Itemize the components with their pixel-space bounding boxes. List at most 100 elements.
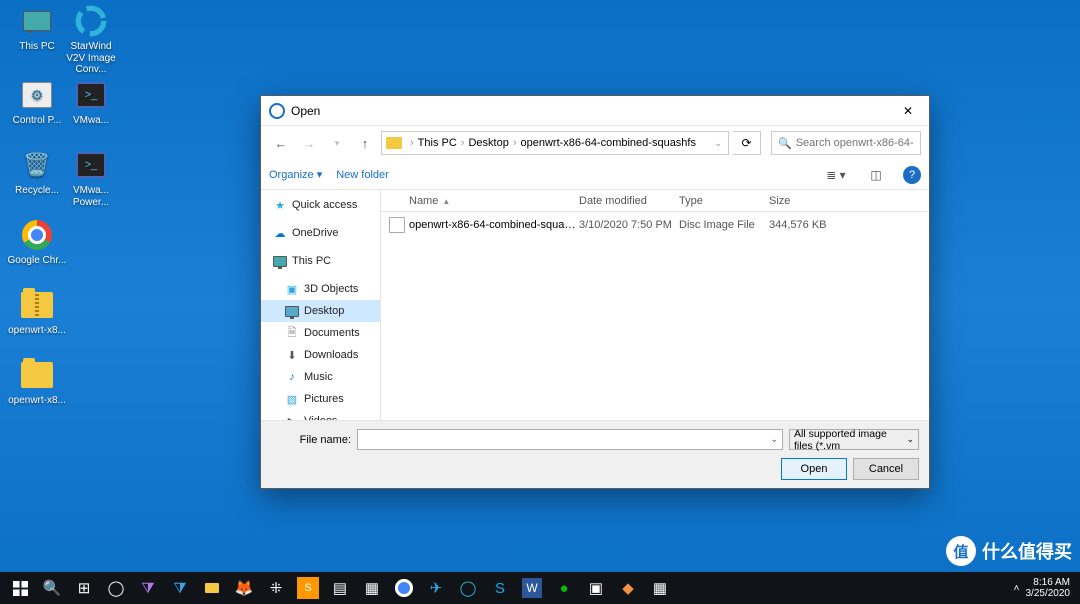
watermark-text: 什么值得买	[982, 538, 1072, 564]
tray-date: 3/25/2020	[1026, 588, 1071, 599]
file-list: openwrt-x86-64-combined-squashfs.img3/10…	[381, 212, 929, 236]
column-name[interactable]: Name▲	[409, 195, 579, 207]
column-type[interactable]: Type	[679, 195, 769, 207]
taskbar-app-starwind[interactable]: ◯	[452, 572, 484, 604]
desktop-icon-openwrt-zip[interactable]: openwrt-x8...	[6, 288, 68, 337]
file-row[interactable]: openwrt-x86-64-combined-squashfs.img3/10…	[381, 214, 929, 236]
desktop-icon-recycle-bin[interactable]: 🗑️ Recycle...	[6, 148, 68, 197]
tray-time: 8:16 AM	[1026, 577, 1071, 588]
file-type-filter[interactable]: All supported image files (*.vm ⌄	[789, 429, 919, 450]
file-date: 3/10/2020 7:50 PM	[579, 219, 679, 231]
sidebar-item[interactable]: Desktop	[261, 300, 380, 322]
sidebar-item[interactable]: This PC	[261, 250, 380, 272]
desktop-icon-starwind[interactable]: StarWind V2V Image Conv...	[60, 4, 122, 76]
file-size: 344,576 KB	[769, 219, 849, 231]
breadcrumb-current[interactable]: openwrt-x86-64-combined-squashfs	[521, 137, 696, 149]
watermark-badge: 值	[946, 536, 976, 566]
forward-button: →	[297, 131, 321, 155]
desktop-icon-vmware-1[interactable]: >_ VMwa...	[60, 78, 122, 127]
taskbar-app-firefox[interactable]: 🦊	[228, 572, 260, 604]
file-name: openwrt-x86-64-combined-squashfs.img	[409, 219, 579, 231]
taskbar-app-explorer[interactable]	[196, 572, 228, 604]
column-size[interactable]: Size	[769, 195, 849, 207]
dialog-footer: File name: ⌄ All supported image files (…	[261, 420, 929, 488]
nav-row: ← → ▾ ↑ › This PC › Desktop › openwrt-x8…	[261, 126, 929, 160]
sidebar-item[interactable]: ▧Pictures	[261, 388, 380, 410]
chevron-down-icon[interactable]: ⌄	[770, 434, 778, 445]
sidebar-item[interactable]: ☁OneDrive	[261, 222, 380, 244]
taskbar-app-vscode[interactable]: ⧩	[164, 572, 196, 604]
window-title: Open	[291, 104, 320, 118]
search-icon: 🔍	[778, 137, 792, 150]
new-folder-button[interactable]: New folder	[336, 169, 389, 181]
taskbar-app-sublime[interactable]: S	[297, 577, 319, 599]
file-type: Disc Image File	[679, 219, 769, 231]
up-button[interactable]: ↑	[353, 131, 377, 155]
desktop-icon-control-panel[interactable]: ⚙ Control P...	[6, 78, 68, 127]
desktop-icon-openwrt-folder[interactable]: openwrt-x8...	[6, 358, 68, 407]
recent-dropdown[interactable]: ▾	[325, 131, 349, 155]
back-button[interactable]: ←	[269, 131, 293, 155]
taskbar-app-generic2[interactable]: ▣	[580, 572, 612, 604]
sidebar-item[interactable]: ⬇Downloads	[261, 344, 380, 366]
taskbar-app-cortana[interactable]: ◯	[100, 572, 132, 604]
search-box[interactable]: 🔍	[771, 131, 921, 155]
desktop-icon-vmware-power[interactable]: >_ VMwa... Power...	[60, 148, 122, 208]
column-headers: Name▲ Date modified Type Size	[381, 190, 929, 212]
taskbar-app-notes[interactable]: ▤	[324, 572, 356, 604]
chevron-right-icon: ›	[408, 137, 416, 149]
taskbar-app-generic3[interactable]: ◆	[612, 572, 644, 604]
taskbar-app-vmware[interactable]: ▦	[644, 572, 676, 604]
cancel-button[interactable]: Cancel	[853, 458, 919, 480]
column-date[interactable]: Date modified	[579, 195, 679, 207]
desktop-icon-this-pc[interactable]: This PC	[6, 4, 68, 53]
preview-pane-button[interactable]: ◫	[863, 164, 889, 186]
taskbar-app-slack[interactable]: ⁜	[260, 572, 292, 604]
taskbar-app-generic1[interactable]: ▦	[356, 572, 388, 604]
taskbar-app-telegram[interactable]: ✈	[420, 572, 452, 604]
file-list-area: Name▲ Date modified Type Size openwrt-x8…	[381, 190, 929, 420]
watermark: 值 什么值得买	[946, 536, 1072, 566]
breadcrumb-this-pc[interactable]: This PC	[418, 137, 457, 149]
refresh-button[interactable]: ⟳	[733, 131, 761, 155]
close-button[interactable]: ✕	[891, 98, 925, 124]
search-input[interactable]	[796, 137, 914, 149]
search-button[interactable]: 🔍	[36, 572, 68, 604]
sidebar-item[interactable]: ▶Videos	[261, 410, 380, 420]
desktop-icon-chrome[interactable]: Google Chr...	[6, 218, 68, 267]
navigation-pane[interactable]: ★Quick access ☁OneDrive This PC ▣3D Objects…	[261, 190, 381, 420]
app-icon	[269, 103, 285, 119]
sidebar-item[interactable]: 🗎Documents	[261, 322, 380, 344]
open-button[interactable]: Open	[781, 458, 847, 480]
taskbar-app-skype[interactable]: S	[484, 572, 516, 604]
taskbar-app-wechat[interactable]: ●	[548, 572, 580, 604]
filename-label: File name:	[271, 434, 351, 446]
taskbar-app-chrome[interactable]	[388, 572, 420, 604]
view-options-button[interactable]: ≣ ▾	[823, 164, 849, 186]
help-button[interactable]: ?	[903, 166, 921, 184]
taskbar-app-word[interactable]: W	[522, 578, 542, 598]
file-icon	[389, 217, 405, 233]
sidebar-item[interactable]: ♪Music	[261, 366, 380, 388]
taskbar: 🔍 ⊞ ◯ ⧩ ⧩ 🦊 ⁜ S ▤ ▦ ✈ ◯ S W ● ▣ ◆ ▦ ˄ 8:…	[0, 572, 1080, 604]
toolbar: Organize ▾ New folder ≣ ▾ ◫ ?	[261, 160, 929, 190]
task-view-button[interactable]: ⊞	[68, 572, 100, 604]
organize-menu[interactable]: Organize ▾	[269, 168, 322, 181]
tray-expand-icon[interactable]: ˄	[1014, 583, 1020, 594]
system-tray[interactable]: ˄ 8:16 AM 3/25/2020	[1014, 577, 1076, 599]
breadcrumb-desktop[interactable]: Desktop	[468, 137, 508, 149]
open-file-dialog: Open ✕ ← → ▾ ↑ › This PC › Desktop › ope…	[260, 95, 930, 489]
taskbar-app-vs[interactable]: ⧩	[132, 572, 164, 604]
chevron-down-icon: ⌄	[906, 434, 914, 445]
address-bar[interactable]: › This PC › Desktop › openwrt-x86-64-com…	[381, 131, 729, 155]
sidebar-item[interactable]: ▣3D Objects	[261, 278, 380, 300]
folder-icon	[386, 137, 402, 149]
chevron-right-icon: ›	[511, 137, 519, 149]
chevron-down-icon[interactable]: ⌄	[712, 138, 724, 149]
filename-input[interactable]	[362, 434, 770, 446]
chevron-right-icon: ›	[459, 137, 467, 149]
filename-combo[interactable]: ⌄	[357, 429, 783, 450]
titlebar[interactable]: Open ✕	[261, 96, 929, 126]
start-button[interactable]	[4, 572, 36, 604]
sidebar-item[interactable]: ★Quick access	[261, 194, 380, 216]
